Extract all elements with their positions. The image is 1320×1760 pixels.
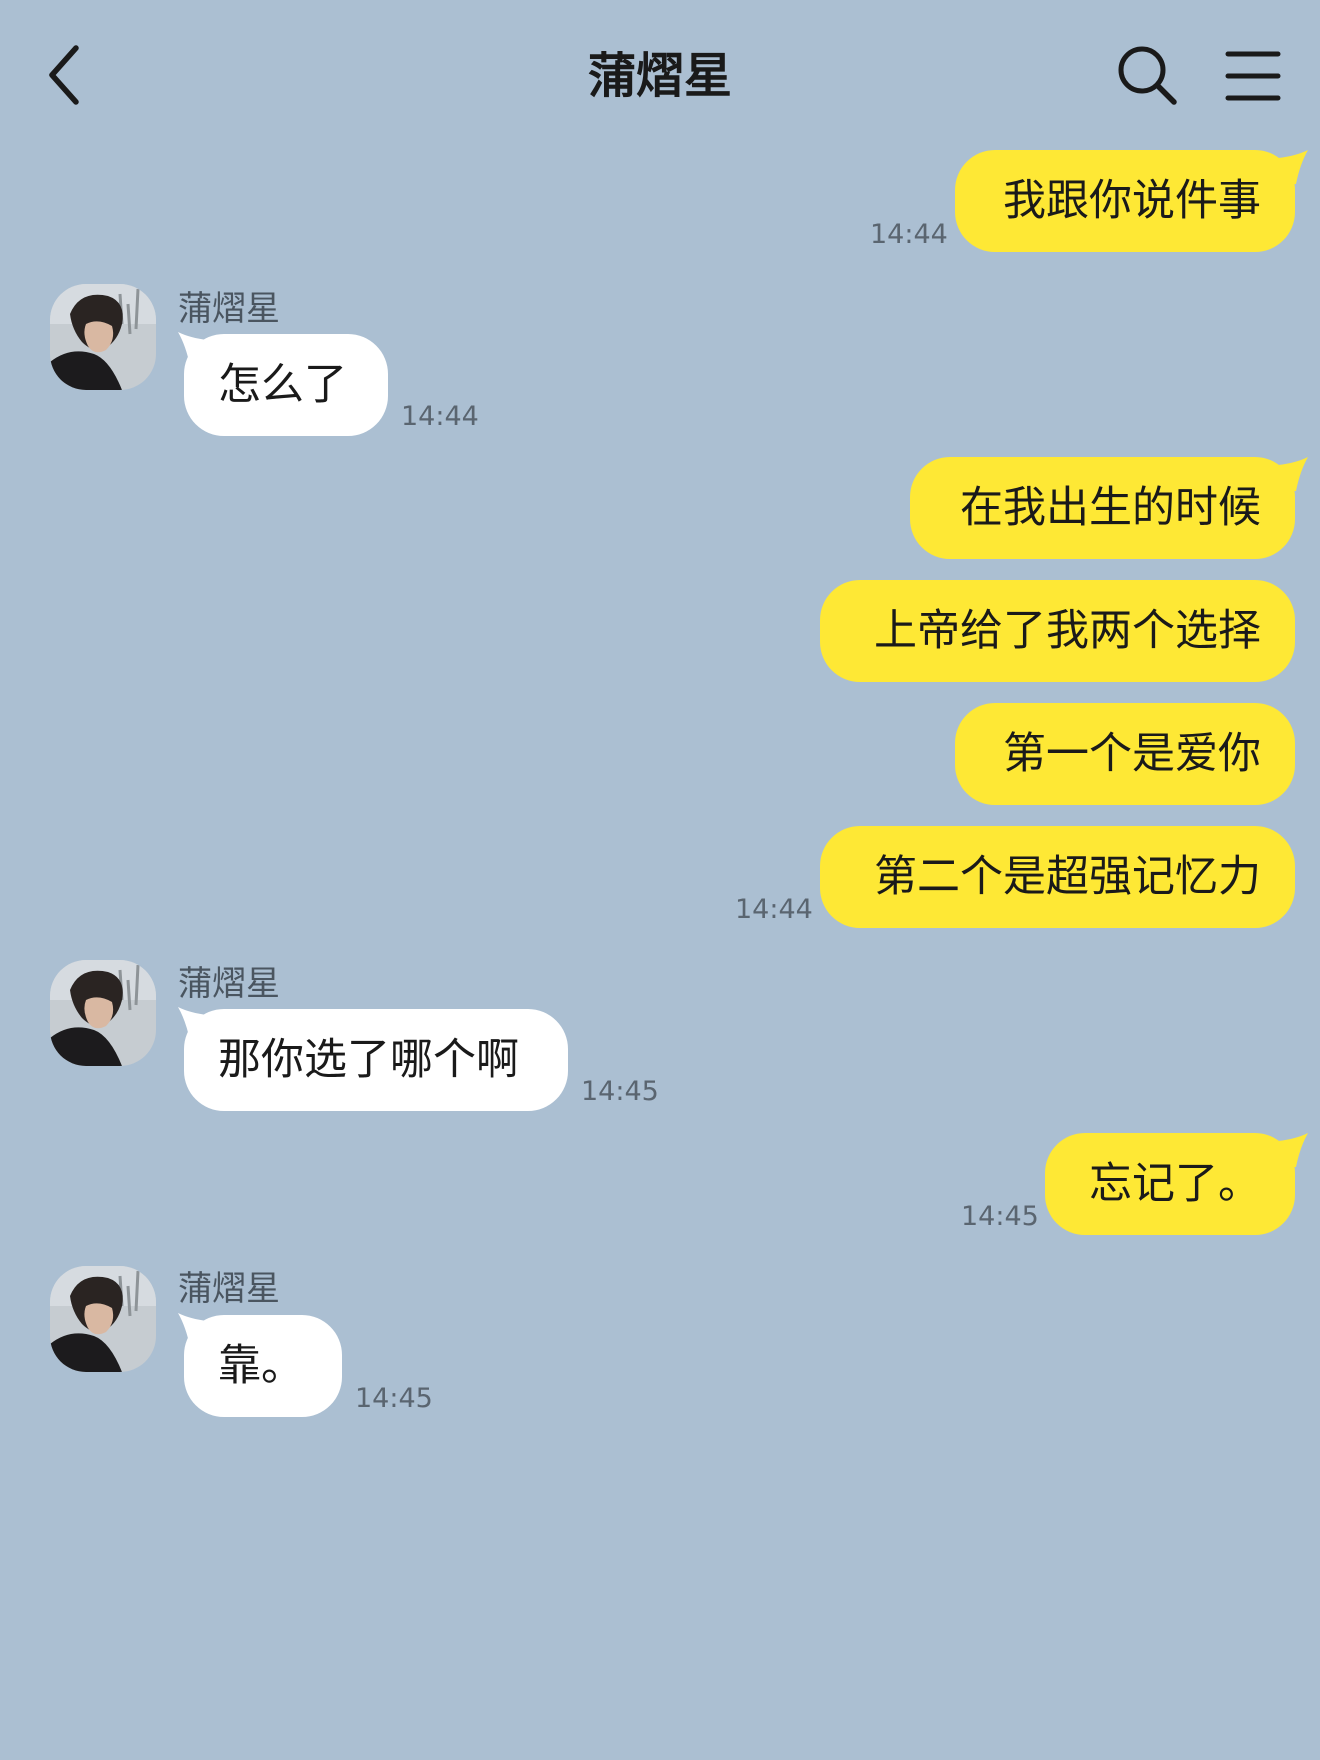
message-time: 14:44 <box>735 894 813 925</box>
their-message-bubble[interactable]: 怎么了 <box>184 334 388 436</box>
their-message-bubble[interactable]: 靠。 <box>184 1315 342 1417</box>
my-message-bubble[interactable]: 忘记了。 <box>1045 1133 1295 1235</box>
my-message-bubble[interactable]: 第一个是爱你 <box>955 703 1295 805</box>
my-message-bubble[interactable]: 在我出生的时候 <box>910 457 1295 559</box>
avatar-image <box>50 284 156 390</box>
chat-header: 蒲熠星 <box>0 0 1320 150</box>
menu-button[interactable] <box>1224 48 1284 104</box>
message-text: 那你选了哪个啊 <box>218 1035 519 1085</box>
message-time: 14:45 <box>355 1383 433 1414</box>
bubble-tail <box>1278 457 1308 491</box>
search-button[interactable] <box>1116 44 1180 108</box>
sender-name: 蒲熠星 <box>178 1269 280 1309</box>
avatar[interactable] <box>50 960 156 1066</box>
hamburger-menu-icon <box>1225 51 1281 101</box>
message-text: 我跟你说件事 <box>1003 176 1261 226</box>
their-message-bubble[interactable]: 那你选了哪个啊 <box>184 1009 568 1111</box>
bubble-tail <box>1278 150 1308 184</box>
message-text: 上帝给了我两个选择 <box>874 606 1261 656</box>
message-time: 14:45 <box>961 1201 1039 1232</box>
avatar-image <box>50 1266 156 1372</box>
avatar[interactable] <box>50 284 156 390</box>
message-text: 怎么了 <box>218 360 347 410</box>
message-text: 靠。 <box>218 1341 304 1391</box>
sender-name: 蒲熠星 <box>178 289 280 329</box>
message-time: 14:44 <box>401 401 479 432</box>
my-message-bubble[interactable]: 上帝给了我两个选择 <box>820 580 1295 682</box>
message-text: 在我出生的时候 <box>960 483 1261 533</box>
message-time: 14:44 <box>870 219 948 250</box>
avatar-image <box>50 960 156 1066</box>
search-icon <box>1118 46 1177 105</box>
my-message-bubble[interactable]: 第二个是超强记忆力 <box>820 826 1295 928</box>
message-time: 14:45 <box>581 1076 659 1107</box>
sender-name: 蒲熠星 <box>178 964 280 1004</box>
my-message-bubble[interactable]: 我跟你说件事 <box>955 150 1295 252</box>
message-text: 第二个是超强记忆力 <box>874 852 1261 902</box>
avatar[interactable] <box>50 1266 156 1372</box>
message-text: 忘记了。 <box>1089 1159 1261 1209</box>
message-text: 第一个是爱你 <box>1003 729 1261 779</box>
bubble-tail <box>1278 1133 1308 1167</box>
